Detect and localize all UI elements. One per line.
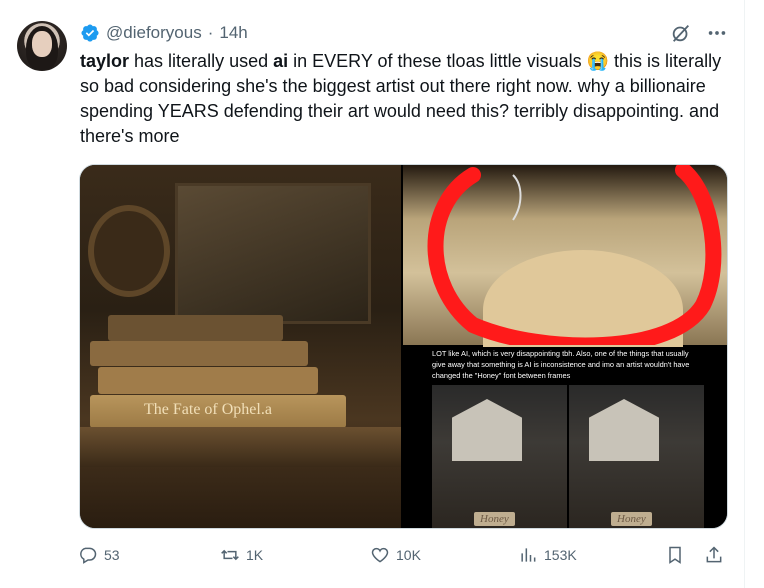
views-icon — [521, 548, 536, 562]
heart-icon — [371, 547, 389, 563]
birdhouse-frame-2: Honey — [569, 385, 704, 528]
image-caption: LOT like AI, which is very disappointing… — [432, 349, 690, 380]
crying-emoji: 😭 — [586, 51, 610, 71]
tweet-actions: 53 1K 10K 153K — [78, 543, 728, 567]
retweet-button[interactable]: 1K — [220, 543, 263, 567]
header-separator: · — [207, 23, 214, 42]
tweet-text-part2: in EVERY of these tloas little visuals — [288, 51, 587, 71]
reply-icon — [80, 547, 97, 564]
book — [90, 341, 308, 366]
media-image-hanger[interactable] — [403, 165, 727, 370]
book — [108, 315, 283, 341]
avatar[interactable] — [17, 21, 67, 71]
retweet-count: 1K — [246, 547, 264, 563]
book-title: The Fate of Ophel.a — [144, 401, 272, 418]
like-count: 10K — [396, 547, 421, 563]
header-actions — [670, 22, 728, 44]
birdhouse-frame-1: Honey — [432, 385, 567, 528]
reply-count: 53 — [104, 547, 120, 563]
tweet-text: taylor has literally used ai in EVERY of… — [80, 49, 730, 149]
shelf — [80, 427, 401, 467]
author-handle[interactable]: @dieforyous — [106, 23, 202, 43]
tweet-header: @dieforyous · 14h — [80, 22, 248, 44]
like-button[interactable]: 10K — [370, 543, 421, 567]
media-image-birdhouse[interactable]: LOT like AI, which is very disappointing… — [403, 347, 727, 528]
tweet-name-bold: taylor — [80, 51, 130, 71]
clock-shape — [88, 205, 170, 297]
picture-frame — [175, 183, 371, 324]
tweet-ai-bold: ai — [273, 51, 289, 71]
bookmark-button[interactable] — [665, 543, 685, 567]
birdhouse-shape — [589, 399, 659, 461]
red-circle-annotation — [427, 165, 722, 345]
grok-icon[interactable] — [670, 22, 692, 44]
tweet-text-part1: has literally used — [129, 51, 274, 71]
views-button[interactable]: 153K — [518, 543, 577, 567]
honey-sign: Honey — [474, 512, 515, 526]
honey-sign: Honey — [611, 512, 652, 526]
views-count: 153K — [544, 547, 577, 563]
avatar-face — [32, 31, 52, 57]
more-options-icon[interactable] — [706, 22, 728, 44]
media-image-books[interactable]: The Fate of Ophel.a — [80, 165, 401, 528]
reply-button[interactable]: 53 — [78, 543, 120, 567]
media-grid[interactable]: The Fate of Ophel.a LOT like AI, which i… — [79, 164, 728, 529]
tweet-time[interactable]: 14h — [219, 23, 247, 43]
share-icon — [706, 546, 722, 563]
book — [98, 367, 318, 394]
retweet-icon — [221, 549, 239, 561]
bookmark-icon — [669, 546, 681, 564]
column-divider — [744, 0, 745, 588]
verified-badge-icon — [81, 24, 99, 42]
birdhouse-shape — [452, 399, 522, 461]
share-button[interactable] — [704, 543, 724, 567]
